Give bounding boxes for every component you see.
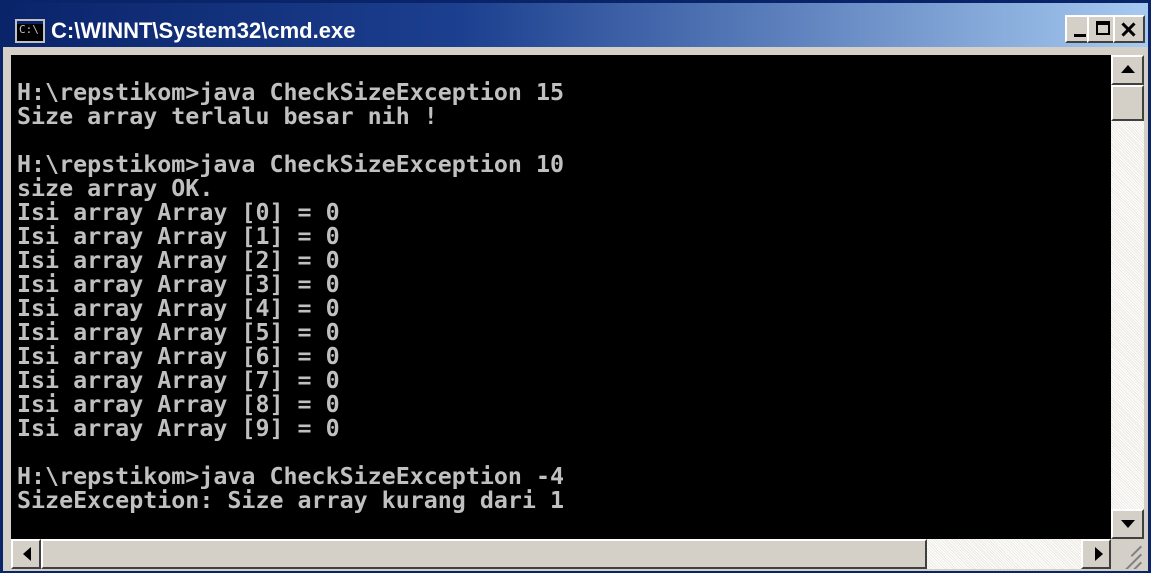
console-line: Isi array Array [5] = 0 bbox=[17, 319, 340, 346]
scroll-right-button[interactable] bbox=[1081, 539, 1111, 569]
arrow-down-icon bbox=[1121, 520, 1135, 528]
console-line: Isi array Array [8] = 0 bbox=[17, 391, 340, 418]
console-line: Isi array Array [7] = 0 bbox=[17, 367, 340, 394]
window-title: C:\WINNT\System32\cmd.exe bbox=[51, 18, 356, 43]
maximize-icon bbox=[1096, 21, 1110, 35]
console-line: Isi array Array [6] = 0 bbox=[17, 343, 340, 370]
console-line: Isi array Array [2] = 0 bbox=[17, 247, 340, 274]
console-line: Isi array Array [4] = 0 bbox=[17, 295, 340, 322]
vertical-scroll-thumb[interactable] bbox=[1111, 85, 1144, 121]
console-line: Isi array Array [3] = 0 bbox=[17, 271, 340, 298]
console-line: Isi array Array [1] = 0 bbox=[17, 223, 340, 250]
console-line: H:\repstikom>java CheckSizeException -4 bbox=[17, 463, 565, 490]
horizontal-scrollbar[interactable] bbox=[11, 539, 1111, 569]
console-line: Size array terlalu besar nih ! bbox=[17, 103, 438, 130]
scroll-left-button[interactable] bbox=[11, 539, 41, 569]
console-line: H:\repstikom>java CheckSizeException 15 bbox=[17, 79, 565, 106]
cmd-icon[interactable]: C:\ bbox=[15, 19, 45, 43]
scroll-down-button[interactable] bbox=[1111, 509, 1144, 539]
scroll-up-button[interactable] bbox=[1111, 55, 1144, 85]
arrow-up-icon bbox=[1121, 65, 1135, 73]
console-window: C:\ C:\WINNT\System32\cmd.exe H:\repstik… bbox=[0, 0, 1151, 573]
console-line: Isi array Array [0] = 0 bbox=[17, 199, 340, 226]
close-button[interactable] bbox=[1113, 15, 1145, 43]
console-text: H:\repstikom>java CheckSizeException 15 S… bbox=[17, 81, 564, 513]
cmd-icon-glyph: C:\ bbox=[19, 23, 39, 36]
close-icon bbox=[1115, 17, 1143, 41]
vertical-scrollbar[interactable] bbox=[1111, 55, 1144, 539]
horizontal-scroll-thumb[interactable] bbox=[41, 539, 927, 569]
console-line: size array OK. bbox=[17, 175, 214, 202]
console-line: SizeException: Size array kurang dari 1 bbox=[17, 487, 565, 514]
console-line: Isi array Array [9] = 0 bbox=[17, 415, 340, 442]
arrow-right-icon bbox=[1095, 547, 1103, 561]
client-frame: H:\repstikom>java CheckSizeException 15 S… bbox=[3, 47, 1148, 571]
resize-grip-icon[interactable] bbox=[1111, 539, 1144, 569]
console-line: H:\repstikom>java CheckSizeException 10 bbox=[17, 151, 565, 178]
console-output[interactable]: H:\repstikom>java CheckSizeException 15 S… bbox=[11, 55, 1111, 539]
arrow-left-icon bbox=[23, 547, 31, 561]
minimize-icon bbox=[1074, 34, 1086, 37]
